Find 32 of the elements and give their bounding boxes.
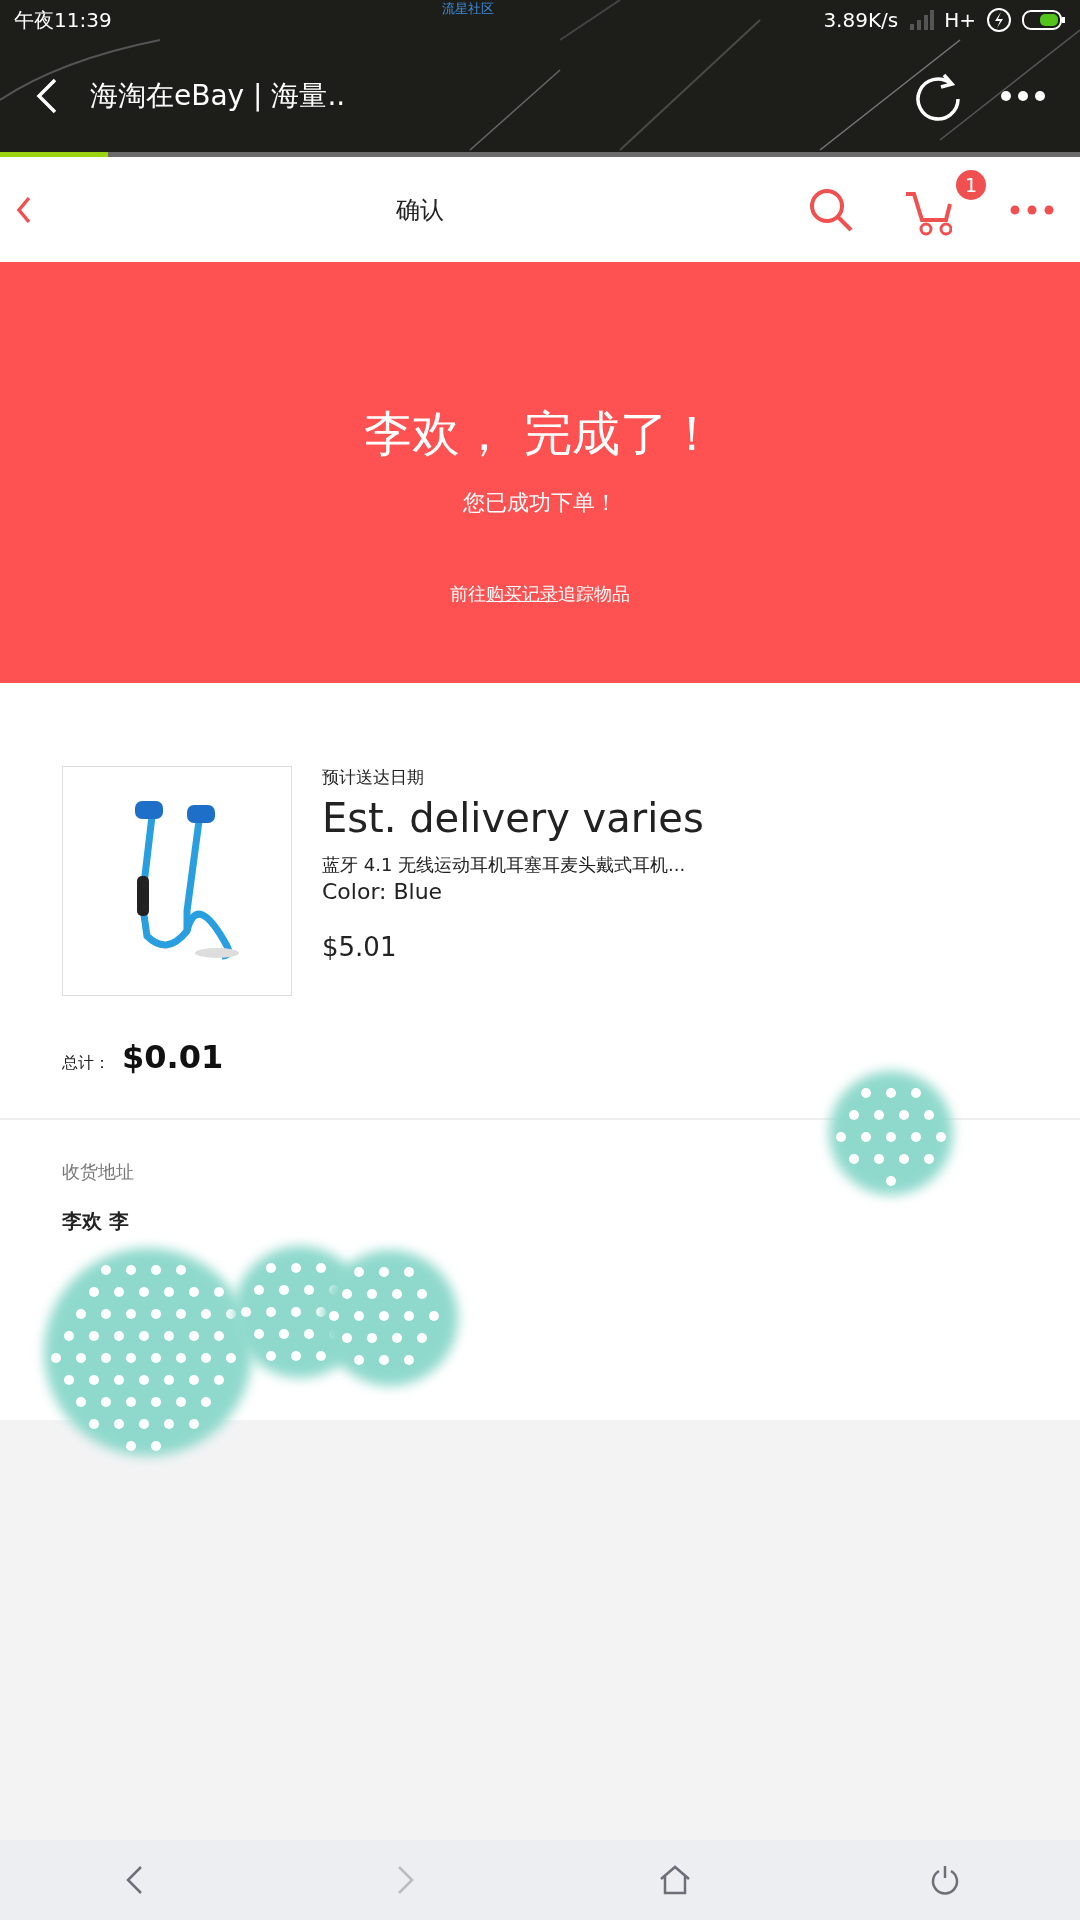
cart-count-badge: 1	[956, 169, 986, 200]
back-icon	[16, 195, 32, 224]
more-icon	[1000, 90, 1046, 102]
refresh-icon	[914, 71, 962, 121]
network-speed: 3.89K/s	[823, 8, 899, 32]
link-prefix: 前往	[450, 582, 486, 606]
address-label: 收货地址	[62, 1160, 135, 1184]
home-icon	[659, 1865, 691, 1895]
search-icon	[808, 186, 854, 233]
power-icon	[929, 1864, 961, 1896]
link-suffix: 追踪物品	[558, 582, 630, 606]
delivery-label: 预计送达日期	[322, 766, 425, 789]
success-subheading: 您已成功下单！	[463, 489, 617, 517]
back-icon	[36, 78, 58, 114]
item-variant: Color: Blue	[322, 879, 444, 904]
battery-icon	[1022, 9, 1066, 31]
flash-icon	[986, 7, 1012, 33]
more-icon	[1010, 204, 1054, 215]
page-title: 海淘在eBay | 海量..	[90, 78, 347, 114]
item-title: 蓝牙 4.1 无线运动耳机耳塞耳麦头戴式耳机...	[322, 853, 687, 877]
status-note: 流星社区	[441, 0, 494, 18]
status-time: 午夜11:39	[14, 6, 112, 34]
header-title: 确认	[395, 194, 445, 226]
purchase-history-link[interactable]: 购买记录	[486, 582, 558, 606]
delivery-estimate: Est. delivery varies	[322, 795, 704, 841]
recipient-name: 李欢 李	[62, 1208, 130, 1235]
network-type: H+	[944, 8, 976, 32]
item-price: $5.01	[322, 932, 398, 962]
total-amount: $0.01	[122, 1038, 224, 1076]
success-heading: 李欢， 完成了！	[364, 404, 716, 463]
total-label: 总计：	[62, 1053, 110, 1074]
signal-icon	[908, 10, 935, 30]
